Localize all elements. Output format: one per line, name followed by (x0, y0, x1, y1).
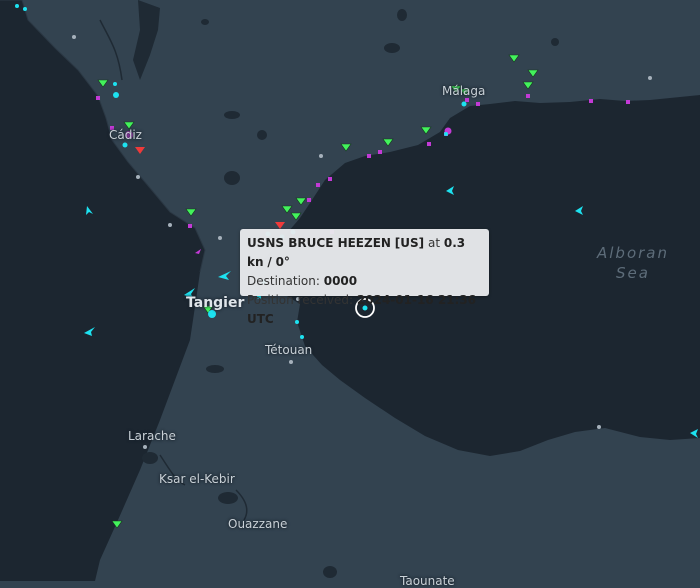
city-label-tetouan[interactable]: Tétouan (265, 343, 312, 357)
city-label-taounate[interactable]: Taounate (400, 574, 455, 588)
tooltip-line-title: USNS BRUCE HEEZEN [US] at 0.3 kn / 0° (247, 234, 482, 272)
destination-label: Destination: (247, 274, 320, 288)
city-label-larache[interactable]: Larache (128, 429, 176, 443)
tooltip-at-text: at (427, 236, 441, 250)
city-label-tangier[interactable]: Tangier (186, 295, 244, 311)
city-label-ouazzane[interactable]: Ouazzane (228, 517, 287, 531)
city-label-ksar-el-kebir[interactable]: Ksar el-Kebir (159, 472, 235, 486)
vessel-tooltip: USNS BRUCE HEEZEN [US] at 0.3 kn / 0° De… (240, 229, 489, 326)
vessel-name: USNS BRUCE HEEZEN (247, 236, 391, 250)
atlantic-ocean (0, 0, 205, 581)
sea-label-line2: Sea (616, 264, 650, 282)
sea-label-line1: Alboran (597, 244, 669, 262)
position-received-label: Position received: (247, 293, 354, 307)
vessel-heading: 0° (275, 255, 290, 269)
tooltip-line-position: Position received: 2024-01-16 21:36 UTC (247, 291, 482, 329)
sea-label-alboran: Alboran Sea (588, 243, 678, 283)
destination-value: 0000 (323, 274, 358, 288)
vessel-flag: [US] (394, 236, 425, 250)
speed-heading-separator: / (267, 255, 272, 269)
city-label-malaga[interactable]: Málaga (442, 84, 485, 98)
city-label-cadiz[interactable]: Cádiz (109, 128, 142, 142)
tooltip-line-destination: Destination: 0000 (247, 272, 482, 291)
